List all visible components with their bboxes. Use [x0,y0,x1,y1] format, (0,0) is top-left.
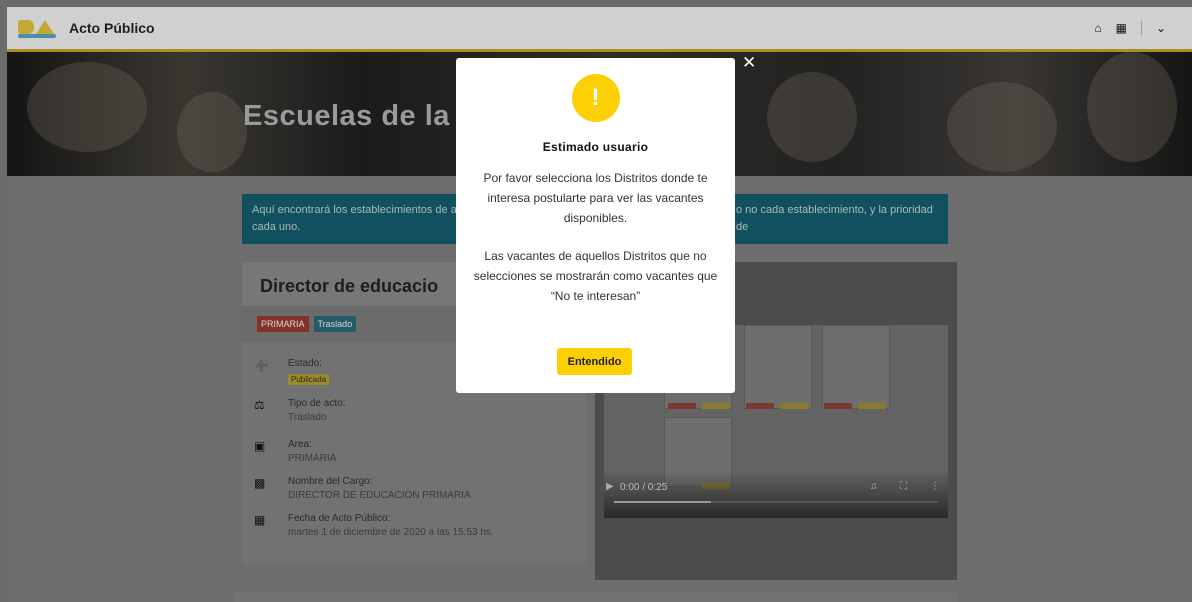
hero-title: Escuelas de la [243,100,450,132]
field-label-fecha: Fecha de Acto Público: [288,513,391,524]
more-options-icon[interactable]: ⋮ [930,481,940,492]
screen-icon: ▣ [254,439,266,453]
modal-title: Estimado usuario [542,140,649,154]
badge-type: Traslado [313,316,357,332]
volume-icon[interactable]: ♫ [870,481,878,492]
briefcase-icon: ▩ [254,476,266,490]
field-value-area: PRIMARIA [288,453,337,464]
fullscreen-icon[interactable]: ⛶ [900,481,907,492]
grid-icon[interactable]: ▦ [1116,21,1127,35]
home-icon[interactable]: ⌂ [1094,21,1101,35]
divider [1140,21,1142,35]
understood-button[interactable]: Entendido [557,348,632,375]
notice-modal: ! Estimado usuario Por favor selecciona … [456,58,735,393]
next-card [233,592,957,602]
field-value-fecha: martes 1 de diciembre de 2020 a las 15:5… [288,527,494,538]
field-value-tipo: Traslado [288,412,327,423]
calendar-icon: ▦ [254,513,266,527]
banner-text-right: o no cada establecimiento, y la priorida… [736,204,933,233]
modal-message-1: Por favor selecciona los Distritos donde… [483,171,708,225]
field-label-estado: Estado: [288,358,322,369]
app-title[interactable]: Acto Público [69,20,155,36]
status-badge: Publicada [288,374,330,385]
ba-logo[interactable] [18,17,56,39]
video-time: 0:00 / 0:25 [620,482,668,493]
video-progress-bar[interactable] [614,501,938,503]
field-label-cargo: Nombre del Cargo: [288,476,373,487]
field-label-area: Area: [288,439,312,450]
video-controls: ▶ 0:00 / 0:25 ♫ ⛶ ⋮ [604,470,948,518]
field-label-tipo: Tipo de acto: [288,398,346,409]
warning-icon: ! [571,74,620,122]
field-value-cargo: DIRECTOR DE EDUCACION PRIMARIA [288,490,471,501]
play-icon[interactable]: ▶ [606,481,614,492]
modal-message-2: Las vacantes de aquellos Distritos que n… [473,249,718,303]
badge-area: PRIMARIA [257,316,309,332]
plus-circle-icon: ➕ [254,358,269,372]
close-icon[interactable]: ✕ [742,53,756,73]
chevron-down-icon[interactable]: ⌄ [1156,21,1166,35]
top-bar: Acto Público ⌂ ▦ ⌄ [7,7,1192,49]
building-icon: ⚖ [254,398,265,412]
